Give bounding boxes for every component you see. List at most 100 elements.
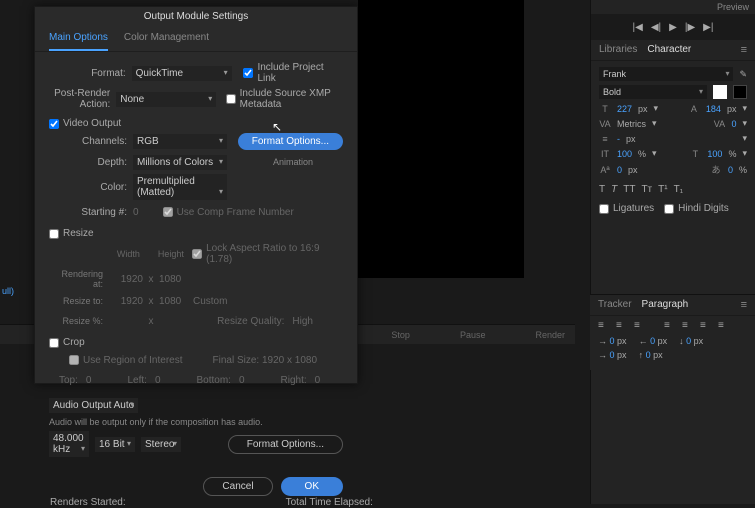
render-button[interactable]: Render (535, 330, 565, 340)
tab-paragraph[interactable]: Paragraph (642, 299, 689, 311)
leading-value[interactable]: 184 (706, 104, 721, 114)
kerning-select[interactable]: Metrics (617, 119, 646, 129)
italic-button[interactable]: T (611, 184, 617, 195)
kerning-icon: VA (599, 119, 611, 129)
final-size-label: Final Size: 1920 x 1080 (213, 355, 318, 366)
resize-quality-label: Resize Quality: (217, 316, 284, 327)
channels-label: Channels: (49, 136, 133, 147)
resize-pct-label: Resize %: (49, 316, 109, 326)
para-menu-icon[interactable]: ≡ (741, 299, 747, 311)
include-project-link-check[interactable]: Include Project Link (243, 62, 343, 84)
justify-all-icon[interactable]: ≡ (718, 320, 730, 330)
panel-menu-icon[interactable]: ≡ (741, 44, 747, 56)
use-region-check: Use Region of Interest (69, 355, 183, 366)
preview-controls: |◀ ◀| ▶ |▶ ▶| (591, 14, 755, 40)
color-label: Color: (49, 182, 133, 193)
prev-frame-icon[interactable]: ◀| (651, 22, 661, 33)
tsume-icon: あ (710, 163, 722, 176)
format-select[interactable]: QuickTime (132, 66, 232, 81)
tab-color-management[interactable]: Color Management (124, 26, 209, 51)
baseline-value[interactable]: 0 (617, 165, 622, 175)
pause-button[interactable]: Pause (460, 330, 486, 340)
tracking-icon: VA (713, 119, 725, 129)
font-size-icon: T (599, 104, 611, 114)
output-module-dialog: Output Module Settings Main Options Colo… (34, 6, 358, 384)
starting-value[interactable]: 0 (133, 207, 139, 218)
color-select[interactable]: Premultiplied (Matted) (133, 174, 227, 200)
play-icon[interactable]: ▶ (669, 22, 677, 33)
next-frame-icon[interactable]: |▶ (685, 22, 695, 33)
audio-bit-select[interactable]: 16 Bit (95, 437, 135, 452)
dialog-tabs: Main Options Color Management (35, 26, 357, 52)
height-header: Height (150, 249, 192, 259)
depth-select[interactable]: Millions of Colors (133, 155, 227, 170)
align-center-icon[interactable]: ≡ (616, 320, 628, 330)
rendering-at-label: Rendering at: (49, 269, 109, 289)
format-label: Format: (49, 68, 132, 79)
justify-center-icon[interactable]: ≡ (682, 320, 694, 330)
audio-output-select[interactable]: Audio Output Auto (49, 398, 138, 413)
right-panels: Preview |◀ ◀| ▶ |▶ ▶| Libraries Characte… (590, 0, 755, 504)
subscript-button[interactable]: T₁ (674, 184, 683, 195)
postrender-label: Post-Render Action: (49, 88, 116, 110)
align-right-icon[interactable]: ≡ (634, 320, 646, 330)
queue-label: ull) (2, 286, 14, 296)
audio-channels-select[interactable]: Stereo (141, 437, 181, 452)
viewer-area (358, 0, 524, 278)
ok-button[interactable]: OK (281, 477, 343, 496)
bold-button[interactable]: T (599, 184, 605, 195)
stop-button[interactable]: Stop (391, 330, 410, 340)
use-comp-frame-check: Use Comp Frame Number (163, 207, 294, 218)
font-size-value[interactable]: 227 (617, 104, 632, 114)
fill-swatch[interactable] (713, 85, 727, 99)
preview-label: Preview (591, 0, 755, 14)
tab-character[interactable]: Character (647, 44, 691, 56)
eyedropper-icon[interactable]: ✎ (739, 69, 747, 80)
tab-tracker[interactable]: Tracker (598, 299, 632, 311)
format-options-button[interactable]: Format Options... (238, 133, 343, 150)
channels-select[interactable]: RGB (133, 134, 227, 149)
include-xmp-check[interactable]: Include Source XMP Metadata (226, 88, 343, 110)
resize-to-label: Resize to: (49, 296, 109, 306)
font-weight-select[interactable]: Bold (599, 85, 707, 99)
postrender-select[interactable]: None (116, 92, 216, 107)
tracking-value[interactable]: 0 (731, 119, 736, 129)
last-frame-icon[interactable]: ▶| (703, 22, 713, 33)
codec-label: Animation (273, 157, 343, 167)
depth-label: Depth: (49, 157, 133, 168)
superscript-button[interactable]: T¹ (658, 184, 667, 195)
paragraph-panel: Tracker Paragraph ≡ ≡ ≡ ≡ ≡ ≡ ≡ ≡ → 0 px… (590, 294, 755, 370)
justify-left-icon[interactable]: ≡ (664, 320, 676, 330)
bottom-info: Renders Started: Total Time Elapsed: (50, 497, 550, 508)
starting-label: Starting #: (49, 207, 133, 218)
hindi-digits-check[interactable]: Hindi Digits (664, 203, 729, 214)
allcaps-button[interactable]: TT (623, 184, 635, 195)
hscale-value[interactable]: 100 (707, 149, 722, 159)
tab-libraries[interactable]: Libraries (599, 44, 637, 56)
tab-main-options[interactable]: Main Options (49, 26, 108, 51)
align-left-icon[interactable]: ≡ (598, 320, 610, 330)
audio-note: Audio will be output only if the composi… (49, 417, 343, 427)
leading-icon: A (688, 104, 700, 114)
audio-rate-select[interactable]: 48.000 kHz (49, 431, 89, 457)
ligatures-check[interactable]: Ligatures (599, 203, 654, 214)
tsume-value[interactable]: 0 (728, 165, 733, 175)
lock-aspect-check: Lock Aspect Ratio to 16:9 (1.78) (192, 243, 343, 265)
renders-started-label: Renders Started: (50, 497, 126, 508)
stroke-width-icon: ≡ (599, 134, 611, 144)
vscale-icon: IT (599, 149, 611, 159)
vscale-value[interactable]: 100 (617, 149, 632, 159)
stroke-swatch[interactable] (733, 85, 747, 99)
width-header: Width (107, 249, 149, 259)
baseline-icon: Aª (599, 165, 611, 175)
cancel-button[interactable]: Cancel (203, 477, 272, 496)
font-family-select[interactable]: Frank (599, 67, 733, 81)
audio-format-options-button[interactable]: Format Options... (228, 435, 343, 454)
dialog-title: Output Module Settings (35, 7, 357, 26)
justify-right-icon[interactable]: ≡ (700, 320, 712, 330)
video-output-check[interactable]: Video Output (49, 118, 121, 129)
resize-check[interactable]: Resize (49, 228, 94, 239)
first-frame-icon[interactable]: |◀ (633, 22, 643, 33)
crop-check[interactable]: Crop (49, 337, 85, 348)
smallcaps-button[interactable]: Tᴛ (641, 184, 652, 195)
